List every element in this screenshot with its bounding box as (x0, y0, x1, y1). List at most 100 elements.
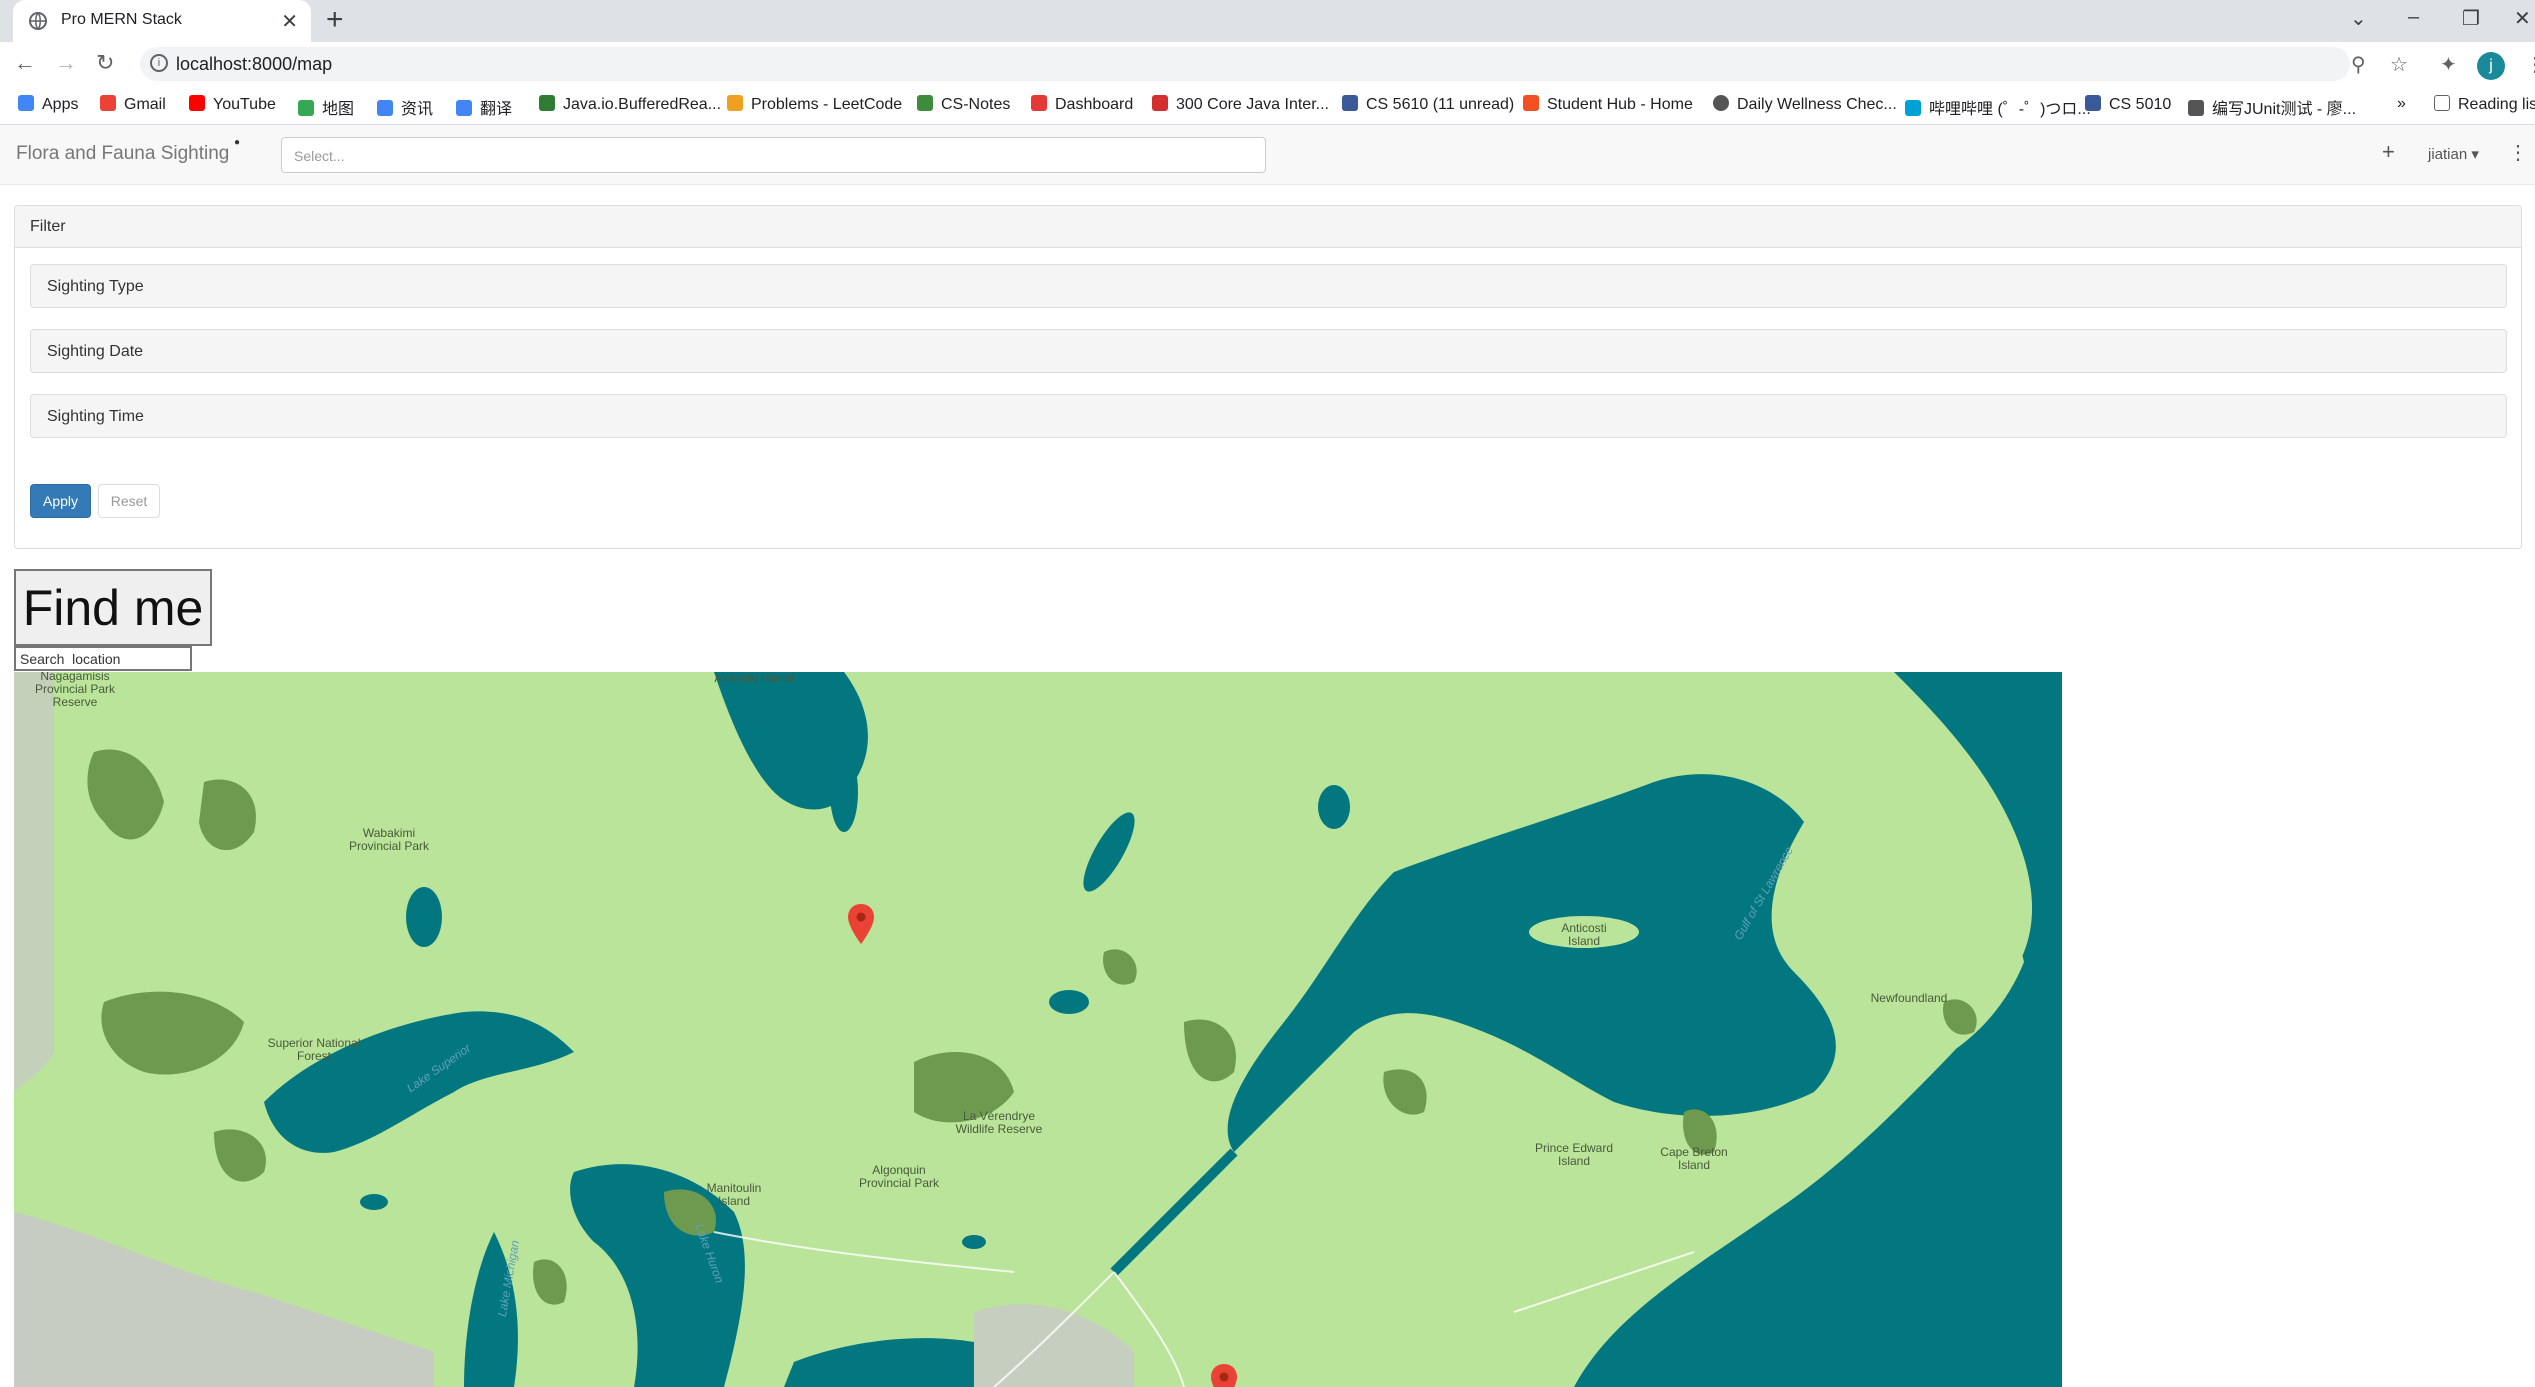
map-label-algonquin: Algonquin Provincial Park (858, 1163, 940, 1190)
zoom-icon[interactable]: ⚲ (2351, 52, 2366, 77)
map-label-pei: Prince Edward Island (1534, 1141, 1614, 1168)
reload-icon[interactable]: ↻ (96, 50, 114, 76)
bookmark-wellness[interactable]: Daily Wellness Chec... (1713, 95, 1897, 114)
map-label-superior-forest: Superior National Forest (267, 1036, 361, 1063)
piazza-icon (2085, 95, 2101, 111)
new-tab-icon[interactable]: + (326, 5, 344, 35)
microsoft-icon (1523, 95, 1539, 111)
filter-title: Filter (30, 218, 66, 235)
bookmark-translate[interactable]: 翻译 (456, 95, 512, 119)
bookmark-cs5610[interactable]: CS 5610 (11 unread) (1342, 95, 1514, 114)
browser-tab[interactable]: Pro MERN Stack ✕ (13, 0, 311, 42)
bookmark-java-interview[interactable]: 300 Core Java Inter... (1152, 95, 1329, 114)
bookmark-cs-notes[interactable]: CS-Notes (917, 95, 1010, 114)
bookmark-dashboard[interactable]: Dashboard (1031, 95, 1133, 114)
news-icon (377, 100, 393, 116)
sighting-marker[interactable] (848, 904, 874, 944)
leetcode-icon (727, 95, 743, 111)
translate-icon (456, 100, 472, 116)
map-label-la-verendrye: La Vérendrye Wildlife Reserve (955, 1109, 1043, 1136)
dashboard-icon (1031, 95, 1047, 111)
close-window-icon[interactable]: ✕ (2514, 6, 2531, 31)
browser-menu-icon[interactable]: ⋮ (2525, 52, 2535, 77)
bookmark-star-icon[interactable]: ☆ (2390, 52, 2408, 77)
map-label-nagagamisis: Nagagamisis Provincial Park Reserve (34, 672, 116, 709)
maps-icon (298, 100, 314, 116)
map-label-akimiski: Akimiski Island (714, 672, 794, 685)
map-label-anticosti: Anticosti Island (1561, 921, 1607, 948)
map-view[interactable]: Nagagamisis Provincial Park Reserve Akim… (14, 672, 2062, 1387)
more-menu-icon[interactable]: ⋮ (2508, 140, 2528, 165)
app-brand[interactable]: Flora and Fauna Sighting (16, 143, 229, 165)
sighting-type-panel[interactable]: Sighting Type (30, 264, 2507, 308)
filter-heading[interactable]: Filter (15, 206, 2521, 248)
youtube-icon (189, 95, 205, 111)
bookmark-gmail[interactable]: Gmail (100, 95, 166, 114)
bookmark-apps[interactable]: Apps (18, 95, 78, 114)
address-bar[interactable]: i localhost:8000/map (140, 47, 2350, 81)
extensions-icon[interactable]: ✦ (2440, 52, 2457, 77)
bookmark-student-hub[interactable]: Student Hub - Home (1523, 95, 1693, 114)
map-label-newfoundland: Newfoundland (1870, 991, 1948, 1005)
add-icon[interactable]: + (2382, 139, 2395, 165)
close-tab-icon[interactable]: ✕ (281, 9, 298, 34)
sighting-type-label: Sighting Type (47, 278, 144, 295)
app-navbar: Flora and Fauna Sighting ● Select... + j… (0, 125, 2535, 185)
restore-icon[interactable]: ❐ (2462, 6, 2480, 31)
map-label-cape-breton: Cape Breton Island (1660, 1145, 1728, 1172)
map-label-manitoulin: Manitoulin Island (706, 1181, 762, 1208)
piazza-icon (1342, 95, 1358, 111)
bookmark-junit[interactable]: 编写JUnit测试 - 廖... (2188, 95, 2356, 119)
sighting-date-panel[interactable]: Sighting Date (30, 329, 2507, 373)
brand-dot: ● (234, 137, 241, 148)
user-menu[interactable]: jiatian ▾ (2428, 145, 2479, 163)
reading-list-icon (2434, 95, 2450, 111)
bookmark-java-buffered[interactable]: Java.io.BufferedRea... (539, 95, 721, 114)
gulf-of-st-lawrence (1227, 774, 1836, 1152)
us-midwest (14, 1212, 434, 1387)
map-tiles (14, 672, 2062, 1387)
apply-button[interactable]: Apply (30, 484, 91, 518)
bookmark-youtube[interactable]: YouTube (189, 95, 276, 114)
globe-icon (1713, 95, 1729, 111)
st-lawrence-river (1110, 1148, 1238, 1276)
sighting-date-label: Sighting Date (47, 343, 144, 360)
tab-search-icon[interactable]: ⌄ (2350, 6, 2367, 31)
reset-button[interactable]: Reset (98, 484, 160, 518)
search-select[interactable]: Select... (281, 137, 1266, 173)
globe-icon (29, 12, 47, 30)
bookmark-bilibili[interactable]: 哔哩哔哩 (゜-゜)つロ... (1905, 95, 2091, 119)
sighting-time-panel[interactable]: Sighting Time (30, 394, 2507, 438)
map-label-wabakimi: Wabakimi Provincial Park (348, 826, 430, 853)
northeast-us (974, 1304, 1134, 1387)
bookmark-leetcode[interactable]: Problems - LeetCode (727, 95, 902, 114)
site-info-icon[interactable]: i (150, 54, 168, 72)
apps-grid-icon (18, 95, 34, 111)
forward-icon[interactable]: → (55, 50, 77, 76)
bookmark-news[interactable]: 资讯 (377, 95, 433, 119)
gmail-icon (100, 95, 116, 111)
java-icon (1152, 95, 1168, 111)
rocket-icon (2188, 100, 2204, 116)
profile-avatar[interactable]: j (2477, 52, 2505, 80)
search-location-input[interactable] (14, 646, 192, 671)
browser-toolbar: ← → ↻ i localhost:8000/map ⚲ ☆ ✦ ⋮ (0, 42, 2535, 86)
select-placeholder: Select... (294, 148, 345, 164)
link-icon (539, 95, 555, 111)
bookmark-cs5010[interactable]: CS 5010 (2085, 95, 2171, 114)
url-text: localhost:8000/map (176, 54, 333, 74)
bookmarks-overflow-icon[interactable]: » (2397, 95, 2406, 113)
nw-ontario-gray (14, 672, 54, 1092)
reading-list[interactable]: Reading list (2434, 95, 2535, 114)
sighting-marker[interactable] (1211, 1364, 1237, 1387)
browser-tab-strip: Pro MERN Stack ✕ + ⌄ – ❐ ✕ (0, 0, 2535, 42)
cs-notes-icon (917, 95, 933, 111)
bilibili-icon (1905, 100, 1921, 116)
minimize-icon[interactable]: – (2408, 6, 2419, 29)
filter-panel: Filter Sighting Type Sighting Date Sight… (14, 205, 2522, 549)
find-me-button[interactable]: Find me (14, 569, 212, 646)
tab-title: Pro MERN Stack (61, 11, 182, 28)
bookmark-maps[interactable]: 地图 (298, 95, 354, 119)
back-icon[interactable]: ← (14, 50, 36, 76)
lake-ontario (784, 1338, 974, 1387)
